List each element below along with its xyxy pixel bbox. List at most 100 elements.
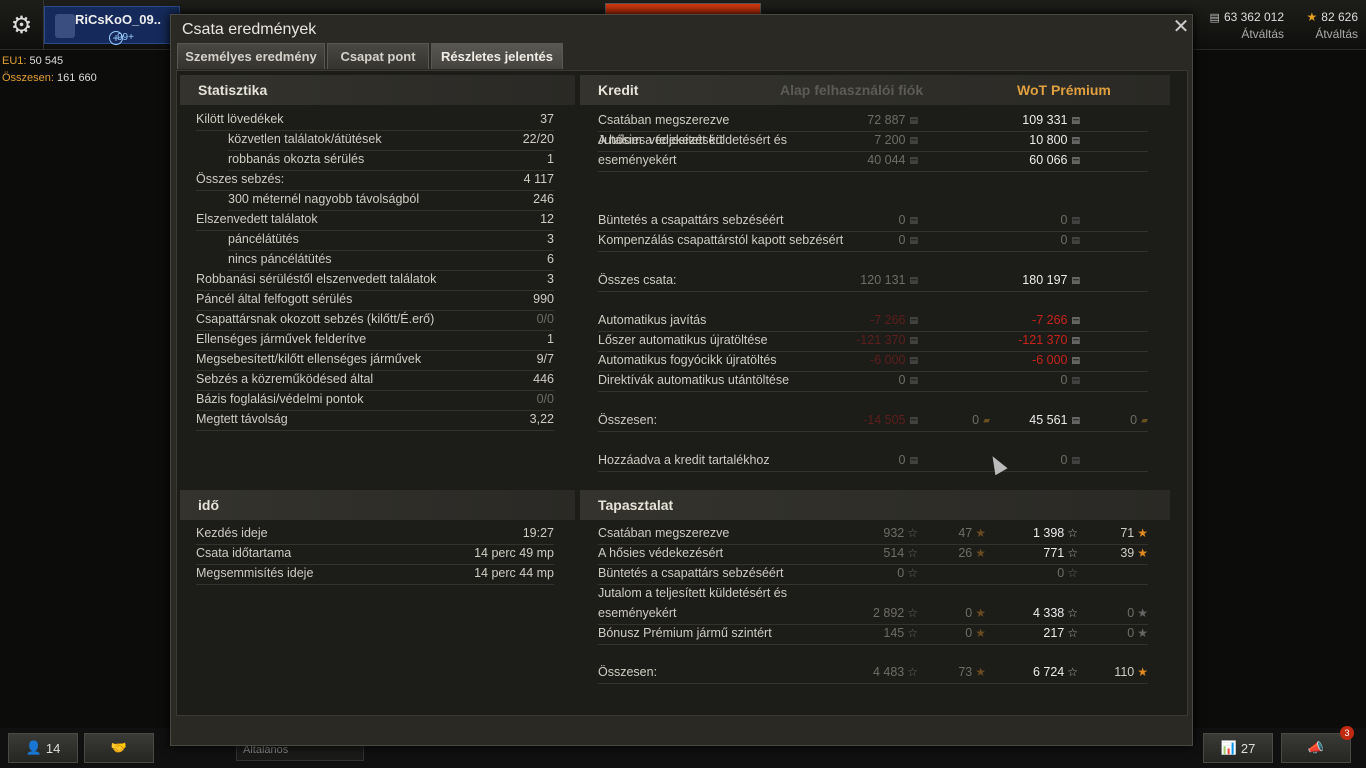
- free-xp-star-icon: ★: [975, 606, 986, 620]
- tab-team-score[interactable]: Csapat pont: [327, 43, 429, 69]
- xp-star-icon: ☆: [907, 566, 918, 580]
- credit-basic-number: -7 266: [870, 313, 906, 327]
- xp-star-icon: ☆: [1067, 526, 1078, 540]
- free-xp-star-icon: ★: [975, 665, 986, 679]
- xp-star-icon: ☆: [1067, 665, 1078, 679]
- gold-display[interactable]: ★ 82 626 Átváltás: [1294, 10, 1358, 41]
- stat-value: 1: [547, 152, 554, 166]
- clan-handshake-button[interactable]: 🤝: [84, 733, 154, 763]
- row-divider: [598, 391, 1148, 392]
- stat-row: Elszenvedett találatok 12: [196, 211, 554, 231]
- xp-row: Csatában megszerezve 932 ☆ 47 ★ 1 398 ☆ 71 ★: [598, 525, 1148, 545]
- xp-star-icon: ☆: [1067, 546, 1078, 560]
- credit-coin-icon: ▤: [909, 415, 918, 425]
- credit-label: Hozzáadva a kredit tartalékhoz: [598, 453, 770, 467]
- gold-value: 82 626: [1321, 10, 1358, 24]
- credit-premium-number: 45 561: [1029, 413, 1068, 427]
- credit-basic-value: 40 044 ▤: [867, 153, 918, 167]
- stat-value: 3,22: [529, 412, 554, 426]
- xp-row: Bónusz Prémium jármű szintért 145 ☆ 0 ★ 217 ☆ 0…: [598, 625, 1148, 645]
- credits-display[interactable]: ▤ 63 362 012 Átváltás: [1200, 10, 1284, 41]
- stat-row: Ellenséges járművek felderítve 1: [196, 331, 554, 351]
- xp-basic-free: 0 ★: [965, 626, 986, 640]
- server-online: EU1: 50 545: [2, 55, 64, 67]
- xp-header: Tapasztalat: [580, 490, 1170, 520]
- credit-basic-value: 120 131 ▤: [860, 273, 918, 287]
- stat-value: 3: [547, 232, 554, 246]
- credit-premium-number: -6 000: [1032, 353, 1068, 367]
- credit-header: Kredit Alap felhasználói fiók WoT Prémiu…: [580, 75, 1170, 105]
- credit-premium-number: 0: [1060, 373, 1068, 387]
- credit-premium-number: 109 331: [1022, 113, 1068, 127]
- xp-premium-free: 39 ★: [1120, 546, 1148, 560]
- xp-free-number: 71: [1120, 526, 1135, 540]
- xp-basic: 2 892 ☆: [873, 606, 918, 620]
- credit-basic-gold: 0 ▰: [972, 413, 990, 427]
- stat-label: Sebzés a közreműködésed által: [196, 372, 374, 386]
- credit-label: Csatában megszerezve: [598, 113, 730, 127]
- credit-premium-number: -7 266: [1032, 313, 1068, 327]
- stat-value: 22/20: [522, 132, 554, 146]
- stat-row: Csapattársnak okozott sebzés (kilőtt/É.e…: [196, 311, 554, 331]
- xp-basic-number: 932: [883, 526, 905, 540]
- notifications-button[interactable]: 📣: [1281, 733, 1351, 763]
- credit-label: Büntetés a csapattárs sebzéséért: [598, 213, 784, 227]
- credit-row: Összes csata: 120 131 ▤ 180 197 ▤: [598, 272, 1148, 292]
- stat-value: 1: [547, 332, 554, 346]
- player-box[interactable]: RiCsKoO_09.. + 99+: [44, 6, 180, 45]
- credit-coin-icon: ▤: [909, 115, 918, 125]
- credit-coin-icon: ▤: [909, 375, 918, 385]
- close-icon[interactable]: ✕: [1171, 17, 1191, 37]
- xp-premium-free: 0 ★: [1127, 606, 1148, 620]
- stat-value: 0/0: [536, 312, 554, 326]
- credits-icon: ▤: [1209, 12, 1220, 24]
- time-row: Megsemmisítés ideje 14 perc 44 mp: [196, 565, 554, 585]
- credit-row: Csatában megszerezve 72 887 ▤ 109 331 ▤: [598, 112, 1148, 132]
- stat-label: Ellenséges járművek felderítve: [196, 332, 367, 346]
- friends-button[interactable]: 👤 14: [8, 733, 78, 763]
- xp-star-icon: ☆: [907, 665, 918, 679]
- credit-row: Automatikus fogyócikk újratöltés -6 000 ▤ -…: [598, 352, 1148, 372]
- free-xp-star-icon: ★: [1137, 606, 1148, 620]
- row-divider: [598, 291, 1148, 292]
- free-xp-star-icon: ★: [1137, 626, 1148, 640]
- tab-personal[interactable]: Személyes eredmény: [177, 43, 325, 69]
- stat-row: Megsebesített/kilőtt ellenséges járművek…: [196, 351, 554, 371]
- stat-row: robbanás okozta sérülés 1: [196, 151, 554, 171]
- credit-premium-gold: 0 ▰: [1130, 413, 1148, 427]
- credit-premium-number: 180 197: [1022, 273, 1068, 287]
- credit-coin-icon: ▤: [1071, 235, 1080, 245]
- stat-label: Megsebesített/kilőtt ellenséges járművek: [196, 352, 422, 366]
- xp-basic-free: 26 ★: [958, 546, 986, 560]
- xp-star-icon: ☆: [907, 526, 918, 540]
- xp-premium-number: 771: [1043, 546, 1065, 560]
- stats-button[interactable]: 📊 27: [1203, 733, 1273, 763]
- stat-value: 990: [533, 292, 554, 306]
- handshake-icon: 🤝: [110, 740, 128, 755]
- credit-label: Automatikus fogyócikk újratöltés: [598, 353, 777, 367]
- credit-basic-number: 0: [898, 233, 906, 247]
- credits-exchange-label[interactable]: Átváltás: [1200, 27, 1284, 41]
- credit-coin-icon: ▤: [1071, 215, 1080, 225]
- credit-basic-value: -121 370 ▤: [856, 333, 918, 347]
- xp-premium: 0 ☆: [1057, 566, 1078, 580]
- tab-detailed-report[interactable]: Részletes jelentés: [431, 43, 563, 69]
- xp-basic: 932 ☆: [883, 526, 918, 540]
- stat-label: páncélátütés: [228, 232, 299, 246]
- time-label: Megsemmisítés ideje: [196, 566, 314, 580]
- time-label: Csata időtartama: [196, 546, 292, 560]
- person-icon: 👤: [25, 740, 42, 755]
- gold-exchange-label[interactable]: Átváltás: [1294, 27, 1358, 41]
- stat-label: Megtett távolság: [196, 412, 288, 426]
- xp-basic-free: 73 ★: [958, 665, 986, 679]
- free-xp-star-icon: ★: [1137, 665, 1148, 679]
- xp-basic-number: 4 483: [872, 665, 905, 679]
- xp-basic: 0 ☆: [897, 566, 918, 580]
- gold-number: 0: [972, 413, 980, 427]
- credit-row: Hozzáadva a kredit tartalékhoz 0 ▤ 0 ▤: [598, 452, 1148, 472]
- xp-basic: 145 ☆: [883, 626, 918, 640]
- xp-premium: 1 398 ☆: [1033, 526, 1078, 540]
- stat-label: Robbanási sérüléstől elszenvedett talála…: [196, 272, 437, 286]
- credit-premium-value: -121 370 ▤: [1018, 333, 1080, 347]
- settings-gear-icon[interactable]: ⚙: [0, 0, 44, 50]
